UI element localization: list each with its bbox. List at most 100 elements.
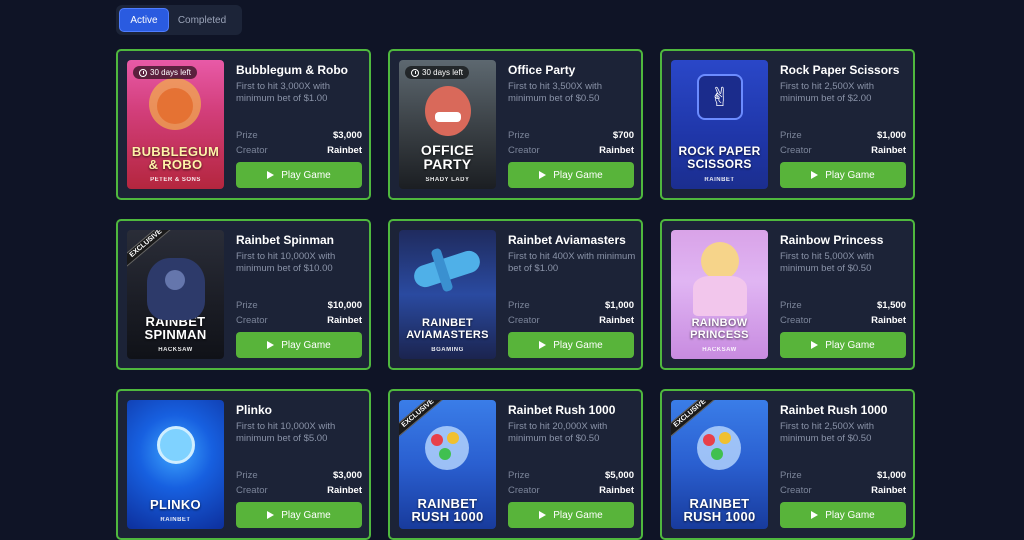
game-studio: RAINBET (160, 517, 191, 523)
game-studio: HACKSAW (158, 347, 193, 353)
prize-row: Prize $700 (508, 130, 634, 141)
game-thumbnail[interactable]: EXCLUSIVE RAINBET RUSH 1000 (399, 400, 496, 529)
game-studio: PETER & SONS (150, 177, 201, 183)
play-game-button[interactable]: Play Game (236, 502, 362, 528)
days-left-text: 30 days left (422, 68, 463, 77)
prize-label: Prize (780, 130, 802, 141)
play-icon (267, 171, 275, 179)
prize-value: $10,000 (327, 300, 362, 311)
prize-row: Prize $3,000 (236, 130, 362, 141)
game-thumbnail[interactable]: 30 days left BUBBLEGUM & ROBO PETER & SO… (127, 60, 224, 189)
creator-row: Creator Rainbet (508, 315, 634, 326)
challenge-title: Rainbet Rush 1000 (780, 403, 888, 417)
play-game-label: Play Game (825, 339, 875, 351)
challenge-description: First to hit 400X with minimum bet of $1… (508, 251, 636, 274)
creator-row: Creator Rainbet (236, 315, 362, 326)
game-studio: SHADY LADY (425, 177, 470, 183)
game-studio: HACKSAW (702, 347, 737, 353)
game-art-title: OFFICE PARTY (420, 142, 475, 172)
tab-active[interactable]: Active (119, 8, 169, 32)
creator-value: Rainbet (871, 315, 906, 326)
prize-value: $700 (612, 130, 634, 141)
challenge-description: First to hit 20,000X with minimum bet of… (508, 421, 608, 444)
play-icon (267, 341, 275, 349)
game-art-title: RAINBOW PRINCESS (690, 317, 749, 341)
challenge-description: First to hit 5,000X with minimum bet of … (780, 251, 874, 274)
prize-value: $1,000 (876, 130, 906, 141)
play-game-button[interactable]: Play Game (508, 502, 634, 528)
play-icon (811, 341, 819, 349)
game-art-title: PLINKO (150, 497, 201, 512)
gumball-art (431, 434, 443, 446)
game-thumbnail[interactable]: 30 days left OFFICE PARTY SHADY LADY (399, 60, 496, 189)
play-game-button[interactable]: Play Game (508, 162, 634, 188)
creator-row: Creator Rainbet (780, 145, 906, 156)
prize-value: $5,000 (604, 470, 634, 481)
challenge-grid: 30 days left BUBBLEGUM & ROBO PETER & SO… (116, 49, 916, 540)
prize-row: Prize $1,500 (780, 300, 906, 311)
creator-value: Rainbet (327, 485, 362, 496)
game-thumbnail[interactable]: RAINBET AVIAMASTERS BGAMING (399, 230, 496, 359)
game-thumbnail[interactable]: EXCLUSIVE RAINBET RUSH 1000 (671, 400, 768, 529)
tab-completed[interactable]: Completed (169, 8, 235, 32)
play-icon (811, 511, 819, 519)
challenge-card: PLINKO RAINBET Plinko First to hit 10,00… (116, 389, 371, 540)
challenge-card: 30 days left BUBBLEGUM & ROBO PETER & SO… (116, 49, 371, 200)
creator-row: Creator Rainbet (236, 485, 362, 496)
creator-label: Creator (508, 315, 540, 326)
play-game-label: Play Game (825, 169, 875, 181)
status-tabs: Active Completed (116, 5, 242, 35)
creator-row: Creator Rainbet (780, 315, 906, 326)
character-art (435, 112, 461, 122)
challenge-description: First to hit 2,500X with minimum bet of … (780, 421, 874, 444)
creator-label: Creator (780, 145, 812, 156)
play-game-button[interactable]: Play Game (780, 162, 906, 188)
prize-label: Prize (508, 470, 530, 481)
challenge-title: Rainbet Aviamasters (508, 233, 626, 247)
prize-row: Prize $3,000 (236, 470, 362, 481)
gumball-art (719, 432, 731, 444)
play-icon (539, 341, 547, 349)
play-game-label: Play Game (825, 509, 875, 521)
game-thumbnail[interactable]: RAINBOW PRINCESS HACKSAW (671, 230, 768, 359)
play-game-label: Play Game (281, 169, 331, 181)
character-art (165, 270, 185, 290)
challenge-title: Rainbow Princess (780, 233, 884, 247)
prize-row: Prize $1,000 (508, 300, 634, 311)
challenge-card: EXCLUSIVE RAINBET RUSH 1000 Rainbet Rush… (660, 389, 915, 540)
prize-label: Prize (780, 470, 802, 481)
prize-label: Prize (508, 130, 530, 141)
challenge-description: First to hit 2,500X with minimum bet of … (780, 81, 874, 104)
prize-value: $3,000 (332, 470, 362, 481)
hand-icon: ✌ (697, 74, 743, 120)
prize-value: $1,000 (876, 470, 906, 481)
character-art (701, 242, 739, 280)
creator-value: Rainbet (599, 145, 634, 156)
challenge-title: Bubblegum & Robo (236, 63, 348, 77)
challenge-card: 30 days left OFFICE PARTY SHADY LADY Off… (388, 49, 643, 200)
play-game-button[interactable]: Play Game (236, 332, 362, 358)
play-icon (811, 171, 819, 179)
days-left-badge: 30 days left (133, 66, 197, 79)
clock-icon (411, 68, 419, 77)
game-thumbnail[interactable]: ✌ ROCK PAPER SCISSORS RAINBET (671, 60, 768, 189)
creator-label: Creator (508, 145, 540, 156)
play-game-label: Play Game (553, 509, 603, 521)
challenge-title: Office Party (508, 63, 576, 77)
prize-value: $1,500 (876, 300, 906, 311)
play-game-button[interactable]: Play Game (780, 332, 906, 358)
play-game-button[interactable]: Play Game (236, 162, 362, 188)
challenge-title: Plinko (236, 403, 273, 417)
challenge-card: EXCLUSIVE RAINBET SPINMAN HACKSAW Rainbe… (116, 219, 371, 370)
play-icon (539, 511, 547, 519)
game-thumbnail[interactable]: PLINKO RAINBET (127, 400, 224, 529)
challenge-description: First to hit 3,500X with minimum bet of … (508, 81, 602, 104)
play-game-button[interactable]: Play Game (508, 332, 634, 358)
game-thumbnail[interactable]: EXCLUSIVE RAINBET SPINMAN HACKSAW (127, 230, 224, 359)
challenge-title: Rainbet Rush 1000 (508, 403, 616, 417)
challenge-title: Rainbet Spinman (236, 233, 335, 247)
character-art (425, 86, 471, 136)
creator-label: Creator (236, 145, 268, 156)
play-game-button[interactable]: Play Game (780, 502, 906, 528)
gumball-art (703, 434, 715, 446)
